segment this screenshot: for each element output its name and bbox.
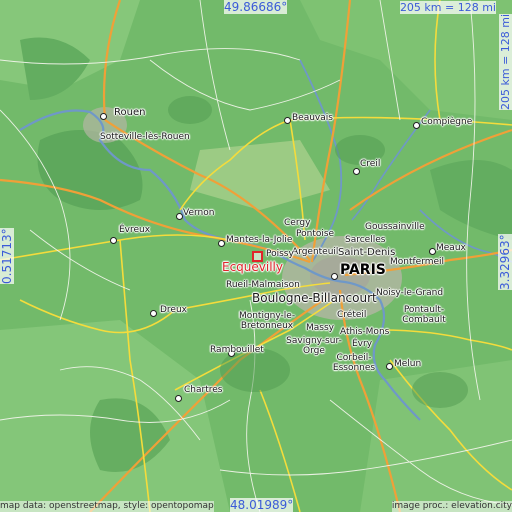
city-label-montfermeil[interactable]: Montfermeil (390, 257, 444, 267)
east-coordinate: 3.32963° (498, 234, 512, 290)
city-label-sarcelles[interactable]: Sarcelles (345, 235, 385, 245)
city-dot-rouen (100, 113, 107, 120)
city-label-meaux[interactable]: Meaux (436, 243, 466, 253)
city-dot-chartres (175, 395, 182, 402)
city-dot-mantes (218, 240, 225, 247)
map-view[interactable]: 49.86686° 48.01989° 0.51713° 3.32963° 20… (0, 0, 512, 512)
city-label-dreux[interactable]: Dreux (160, 305, 187, 315)
city-label-beauvais[interactable]: Beauvais (292, 113, 333, 123)
city-label-vernon[interactable]: Vernon (183, 208, 214, 218)
city-label-massy[interactable]: Massy (306, 323, 334, 333)
city-label-saint-denis[interactable]: Saint-Denis (338, 248, 395, 258)
city-label-evry[interactable]: Évry (352, 339, 372, 349)
city-dot-meaux (429, 248, 436, 255)
city-label-chartres[interactable]: Chartres (184, 385, 222, 395)
city-label-argenteuil[interactable]: Argenteuil (292, 247, 338, 257)
city-label-creil[interactable]: Creil (360, 159, 380, 169)
city-label-creteil[interactable]: Créteil (337, 310, 366, 320)
city-label-cergy[interactable]: Cergy (284, 218, 310, 228)
city-label-boulogne[interactable]: Boulogne-Billancourt (252, 292, 377, 304)
west-coordinate: 0.51713° (0, 228, 14, 284)
map-credit: map data: openstreetmap, style: opentopo… (0, 501, 214, 512)
city-dot-paris (331, 273, 338, 280)
city-label-montigny[interactable]: Montigny-le-Bretonneux (236, 311, 298, 331)
city-label-corbeil[interactable]: Corbeil-Essonnes (332, 353, 376, 373)
city-label-mantes[interactable]: Mantes-la-Jolie (226, 235, 292, 245)
north-coordinate: 49.86686° (224, 0, 288, 14)
city-label-compiegne[interactable]: Compiègne (421, 117, 472, 127)
image-credit: image proc.: elevation.city (391, 501, 512, 512)
city-dot-vernon (176, 213, 183, 220)
scale-horizontal: 205 km = 128 mi (399, 1, 496, 14)
city-dot-beauvais (284, 117, 291, 124)
city-label-evreux[interactable]: Évreux (119, 225, 150, 235)
city-label-rouen[interactable]: Rouen (114, 108, 145, 118)
city-label-rambouillet[interactable]: Rambouillet (210, 345, 264, 355)
city-label-poissy[interactable]: Poissy (266, 249, 294, 259)
city-label-pontault[interactable]: Pontault-Combault (398, 305, 450, 325)
city-label-goussainville[interactable]: Goussainville (365, 222, 425, 232)
city-label-pontoise[interactable]: Pontoise (296, 229, 334, 239)
city-label-melun[interactable]: Melun (394, 359, 421, 369)
city-label-paris[interactable]: PARIS (340, 263, 386, 277)
city-dot-compiegne (413, 122, 420, 129)
focus-place-label[interactable]: Ecquevilly (222, 261, 283, 273)
city-label-sotteville[interactable]: Sotteville-lès-Rouen (100, 132, 190, 142)
city-label-noisy[interactable]: Noisy-le-Grand (376, 288, 443, 298)
city-dot-dreux (150, 310, 157, 317)
south-coordinate: 48.01989° (230, 498, 294, 512)
city-label-athis[interactable]: Athis-Mons (340, 327, 389, 337)
city-label-rueil[interactable]: Rueil-Malmaison (226, 280, 300, 290)
city-dot-melun (386, 363, 393, 370)
scale-vertical: 205 km = 128 mi (499, 13, 512, 110)
city-dot-evreux (110, 237, 117, 244)
city-dot-creil (353, 168, 360, 175)
